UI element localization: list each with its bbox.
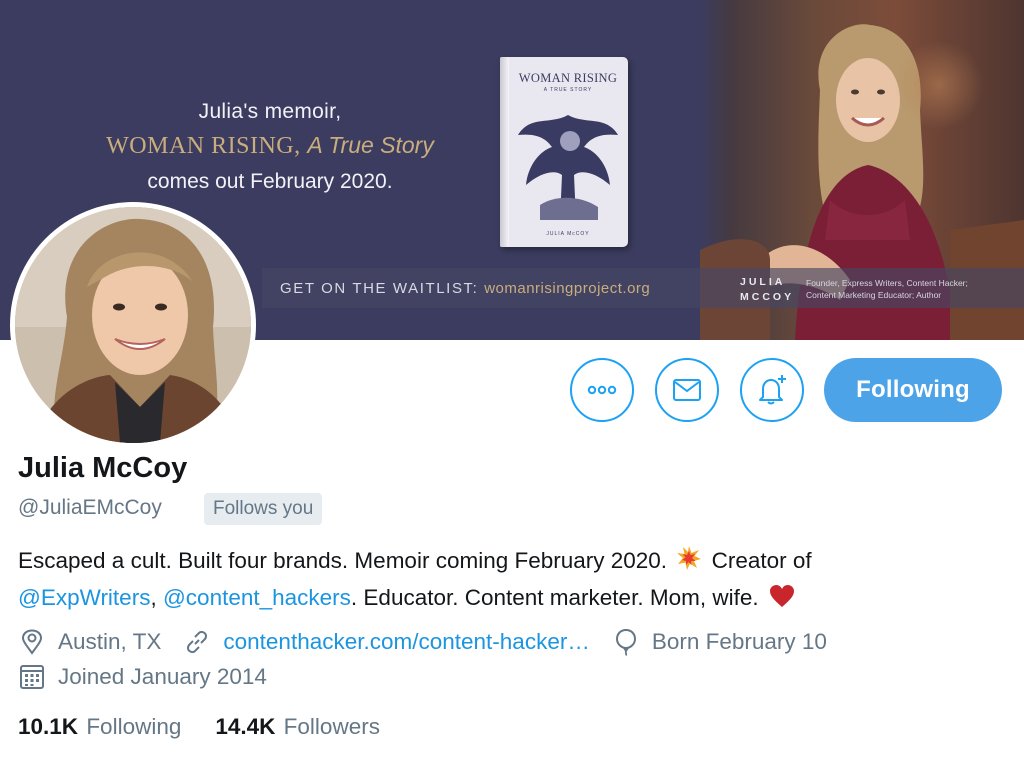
link-icon	[183, 628, 211, 656]
book-cover-author: JULIA McCOY	[546, 231, 590, 237]
book-cover: WOMAN RISING A TRUE STORY JULIA McCOY	[500, 57, 628, 247]
profile-handle: @JuliaEMcCoy	[18, 496, 162, 519]
profile-meta-row-2: Joined January 2014	[18, 663, 289, 691]
location: Austin, TX	[18, 628, 161, 656]
mention-expwriters[interactable]: @ExpWriters	[18, 585, 150, 610]
message-button[interactable]	[655, 358, 719, 422]
joined-text: Joined January 2014	[58, 664, 267, 689]
following-button[interactable]: Following	[824, 358, 1002, 422]
banner-headline: Julia's memoir, WOMAN RISING, A True Sto…	[60, 100, 480, 194]
website: contenthacker.com/content-hacker…	[183, 628, 590, 656]
banner-line-2: WOMAN RISING, A True Story	[60, 132, 480, 160]
bio-text-3: . Educator. Content marketer. Mom, wife.	[350, 585, 759, 610]
following-count: 10.1K	[18, 714, 79, 739]
bio-separator: ,	[150, 585, 163, 610]
birthday-text: Born February 10	[651, 629, 827, 654]
banner-light	[894, 40, 984, 130]
profile-meta-row-1: Austin, TX contenthacker.com/content-hac…	[18, 628, 849, 656]
book-cover-subtitle: A TRUE STORY	[543, 87, 593, 93]
following-stat[interactable]: 10.1K Following	[18, 714, 181, 740]
followers-stat[interactable]: 14.4K Followers	[215, 714, 380, 740]
following-label: Following	[86, 714, 182, 739]
heart-emoji-icon	[769, 584, 795, 618]
waitlist-url: womanrisingproject.org	[484, 280, 651, 297]
envelope-icon	[673, 379, 701, 401]
location-pin-icon	[18, 628, 46, 656]
profile-stats: 10.1K Following 14.4K Followers	[18, 714, 414, 740]
more-button[interactable]	[570, 358, 634, 422]
location-text: Austin, TX	[58, 629, 162, 654]
birthday: Born February 10	[612, 628, 827, 656]
waitlist-label: GET ON THE WAITLIST:	[280, 280, 485, 297]
banner-name-first: JULIA	[740, 276, 786, 288]
banner-name-last: MCCOY	[740, 291, 795, 303]
banner-role-description: Founder, Express Writers, Content Hacker…	[806, 277, 968, 301]
profile-bio: Escaped a cult. Built four brands. Memoi…	[18, 544, 1008, 618]
bell-plus-icon	[759, 375, 786, 405]
banner-name-tag: JULIA MCCOY	[740, 275, 794, 305]
website-link[interactable]: contenthacker.com/content-hacker…	[223, 629, 589, 655]
balloon-icon	[612, 628, 640, 656]
followers-label: Followers	[283, 714, 380, 739]
phoenix-icon	[518, 115, 618, 220]
banner-line-1: Julia's memoir,	[198, 100, 342, 123]
avatar-portrait	[15, 207, 251, 443]
banner-role-line-2: Content Marketing Educator; Author	[806, 290, 942, 300]
profile-name: Julia McCoy	[18, 452, 188, 484]
banner-book-subtitle: A True Story	[307, 132, 434, 158]
book-cover-title: WOMAN RISING	[518, 71, 618, 85]
joined-date: Joined January 2014	[18, 663, 267, 691]
followers-count: 14.4K	[215, 714, 276, 739]
follows-you-badge: Follows you	[204, 493, 323, 525]
bio-text-2: Creator of	[705, 548, 812, 573]
avatar[interactable]	[10, 202, 256, 448]
bio-text-1: Escaped a cult. Built four brands. Memoi…	[18, 548, 668, 573]
banner-line-3: comes out February 2020.	[147, 170, 393, 193]
calendar-icon	[18, 663, 46, 691]
avatar-photo	[15, 207, 251, 443]
waitlist-text: GET ON THE WAITLIST: womanrisingproject.…	[280, 280, 650, 297]
banner-book-title: WOMAN RISING,	[106, 133, 301, 159]
collision-emoji-icon	[676, 545, 702, 581]
more-icon	[587, 385, 617, 395]
mention-content-hackers[interactable]: @content_hackers	[163, 585, 351, 610]
banner-role-line-1: Founder, Express Writers, Content Hacker…	[806, 278, 968, 288]
notifications-button[interactable]	[740, 358, 804, 422]
